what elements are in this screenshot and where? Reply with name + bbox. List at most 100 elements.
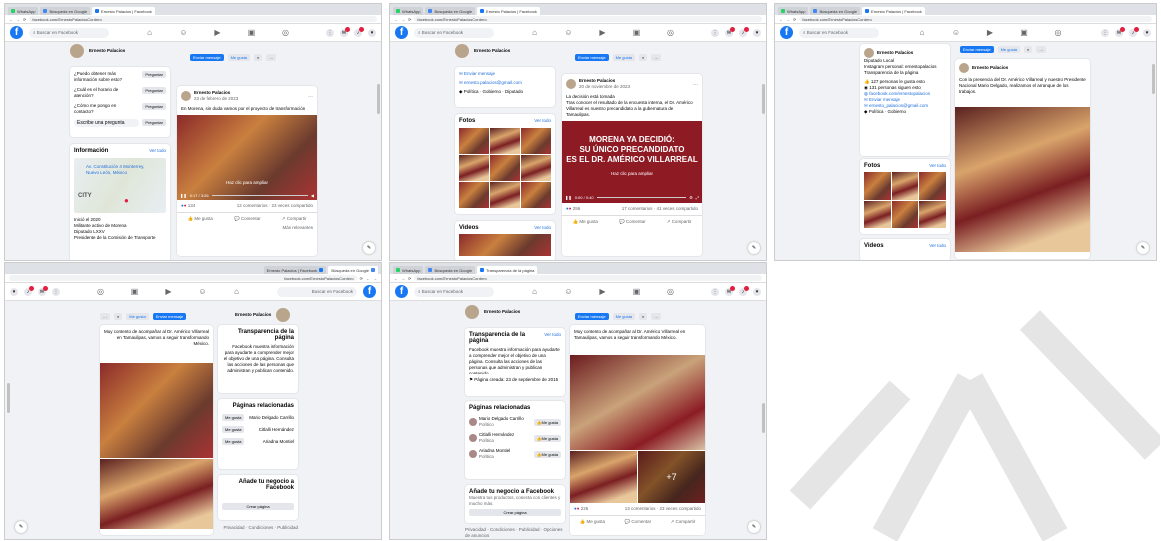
like-button[interactable]: 👍 Me gusta: [573, 219, 598, 225]
home-icon[interactable]: ⌂: [917, 28, 927, 38]
groups-icon[interactable]: ◎: [281, 28, 291, 38]
marketplace-icon[interactable]: ▣: [632, 28, 642, 38]
search-page-icon[interactable]: ⌕: [639, 54, 648, 61]
more-options-icon[interactable]: …: [651, 54, 662, 61]
tab-whatsapp[interactable]: WhatsApp: [393, 266, 424, 274]
friends-icon[interactable]: ☺: [951, 28, 961, 38]
related-page-name[interactable]: Mario Delgado Carrillo: [249, 415, 294, 421]
comment-button[interactable]: 💬 Comentar: [624, 519, 651, 525]
search-page-icon[interactable]: ⌕: [1024, 46, 1033, 53]
new-message-icon[interactable]: ✎: [15, 521, 27, 533]
menu-icon[interactable]: ⋮: [1101, 28, 1109, 37]
forward-icon[interactable]: →: [16, 17, 20, 22]
new-message-icon[interactable]: ✎: [748, 242, 760, 254]
ask-button[interactable]: Preguntar: [142, 119, 166, 126]
marketplace-icon[interactable]: ▣: [130, 287, 140, 297]
tab-search[interactable]: Búsqueda en Google: [425, 7, 476, 15]
like-button[interactable]: 👍 Me gusta: [188, 216, 213, 222]
tab-transparency[interactable]: Transparencia de la página: [477, 266, 538, 274]
tab-facebook[interactable]: Ernesto Palacios | Facebook: [477, 7, 540, 15]
reload-icon[interactable]: ⟳: [408, 17, 411, 22]
notifications-icon[interactable]: ♪: [739, 285, 749, 296]
post-time[interactable]: 20 de noviembre de 2023: [579, 84, 630, 90]
send-message-link[interactable]: ✉ Enviar mensaje: [459, 71, 551, 77]
facebook-logo-icon[interactable]: f: [395, 285, 408, 298]
url-input[interactable]: facebook.com/ErnestoPalaciosCordero: [414, 275, 762, 281]
post-video[interactable]: Haz clic para ampliar ❚❚ 0:17 / 3:26 ◀: [177, 115, 317, 200]
messenger-icon[interactable]: ✉: [38, 285, 48, 296]
search-page-icon[interactable]: ⌕: [254, 54, 263, 61]
comment-button[interactable]: 💬 Comentar: [619, 219, 646, 225]
share-button[interactable]: ↗ Compartir: [282, 216, 307, 222]
see-all-link[interactable]: Ver todo: [534, 118, 551, 124]
search-page-icon[interactable]: ⌕: [114, 313, 123, 320]
post-time[interactable]: 23 de febrero de 2023: [194, 96, 238, 102]
scrollbar[interactable]: [7, 383, 10, 413]
groups-icon[interactable]: ◎: [96, 287, 106, 297]
friends-icon[interactable]: ☺: [564, 287, 574, 297]
groups-icon[interactable]: ◎: [1053, 28, 1063, 38]
post-video[interactable]: MORENA YA DECIDIÓ: SU ÚNICO PRECANDIDATO…: [562, 121, 702, 203]
send-message-button[interactable]: Enviar mensaje: [575, 54, 609, 61]
watch-icon[interactable]: ▶: [164, 287, 174, 297]
photo-thumbnail[interactable]: [919, 200, 946, 228]
post-photo[interactable]: [100, 363, 213, 458]
account-icon[interactable]: ▾: [1143, 28, 1151, 37]
like-button[interactable]: Me gusta: [222, 414, 245, 421]
comment-button[interactable]: 💬 Comentar: [234, 216, 261, 222]
settings-icon[interactable]: ⚙: [689, 195, 693, 200]
more-options-icon[interactable]: …: [100, 313, 110, 320]
related-page-name[interactable]: Ariadna Montiel: [263, 439, 294, 445]
photo-thumbnail[interactable]: [459, 128, 489, 154]
watch-icon[interactable]: ▶: [598, 287, 608, 297]
like-page-button[interactable]: Me gusta: [126, 313, 149, 320]
messenger-icon[interactable]: ✉: [1115, 26, 1125, 37]
tab-facebook[interactable]: Ernesto Palacios | Facebook: [263, 266, 327, 274]
search-page-icon[interactable]: ⌕: [639, 313, 648, 320]
see-all-link[interactable]: Ver todo: [929, 243, 946, 249]
notifications-icon[interactable]: ♪: [24, 285, 34, 296]
reactions[interactable]: ●● 226: [574, 506, 588, 512]
facebook-logo-icon[interactable]: f: [363, 285, 376, 298]
scrollbar[interactable]: [1152, 64, 1155, 94]
photo-thumbnail[interactable]: [459, 182, 489, 208]
menu-icon[interactable]: ⋮: [711, 28, 719, 37]
photo-thumbnail[interactable]: [521, 128, 551, 154]
comment-count[interactable]: 17 comentarios · 41 veces compartido: [622, 206, 698, 212]
photo-thumbnail[interactable]: [490, 128, 520, 154]
see-all-link[interactable]: Ver todo: [929, 163, 946, 169]
ask-button[interactable]: Preguntar: [142, 71, 166, 78]
tab-whatsapp[interactable]: WhatsApp: [8, 7, 39, 15]
video-controls[interactable]: ❚❚ 0:17 / 3:26 ◀: [180, 193, 314, 198]
facebook-logo-icon[interactable]: f: [395, 26, 408, 39]
more-options-icon[interactable]: …: [693, 81, 698, 87]
photo-thumbnail[interactable]: [919, 172, 946, 200]
video-controls[interactable]: ❚❚ 0:00 / 0:40 ⚙ ⤢: [565, 195, 699, 200]
photo-thumbnail[interactable]: [521, 155, 551, 181]
home-icon[interactable]: ⌂: [530, 28, 540, 38]
create-page-button[interactable]: Crear página: [222, 503, 294, 510]
footer-links[interactable]: Privacidad · Condiciones · Publicidad: [218, 525, 298, 531]
facebook-logo-icon[interactable]: f: [10, 26, 23, 39]
send-message-button[interactable]: Enviar mensaje: [190, 54, 224, 61]
menu-icon[interactable]: ⋮: [52, 287, 60, 296]
more-options-icon[interactable]: …: [1036, 46, 1047, 53]
back-icon[interactable]: →: [373, 276, 377, 281]
forward-icon[interactable]: →: [786, 17, 790, 22]
account-icon[interactable]: ▾: [368, 28, 376, 37]
back-icon[interactable]: ←: [394, 276, 398, 281]
custom-question-input[interactable]: Escribe una pregunta: [74, 119, 140, 127]
home-icon[interactable]: ⌂: [530, 287, 540, 297]
post-author[interactable]: Ernesto Palacios: [972, 65, 1008, 71]
more-options-icon[interactable]: …: [651, 313, 662, 320]
footer-links[interactable]: Privacidad · Condiciones · Publicidad · …: [465, 527, 565, 539]
share-button[interactable]: ↗ Compartir: [667, 219, 692, 225]
comment-count[interactable]: 12 comentarios · 23 veces compartido: [237, 203, 313, 209]
home-icon[interactable]: ⌂: [145, 28, 155, 38]
photo-thumbnail[interactable]: [864, 172, 891, 200]
like-button[interactable]: 👍 Me gusta: [533, 418, 561, 426]
share-button[interactable]: ↗ Compartir: [670, 519, 695, 525]
like-button[interactable]: Me gusta: [222, 438, 245, 445]
photo-thumbnail[interactable]: [521, 182, 551, 208]
ask-button[interactable]: Preguntar: [142, 103, 166, 110]
